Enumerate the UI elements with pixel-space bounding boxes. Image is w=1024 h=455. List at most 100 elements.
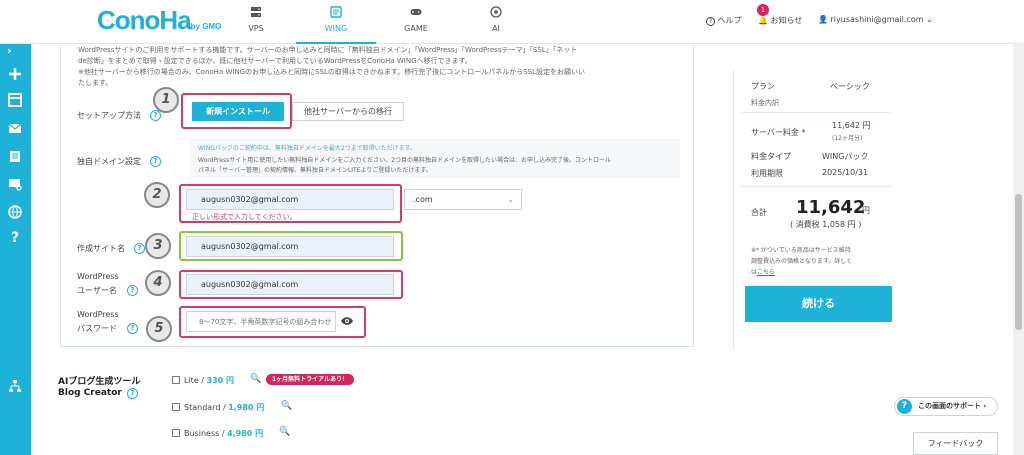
ai-tool-subtitle: Blog Creator (58, 388, 122, 398)
continue-button[interactable]: 続ける (745, 286, 892, 322)
migrate-button[interactable]: 他社サーバーからの移行 (292, 102, 404, 121)
help-circle-icon: ? (706, 17, 715, 26)
left-sidebar: › ? (0, 44, 31, 455)
intro-text-line3: ※他社サーバーから移行の場合のみ、ConoHa WINGのお申し込みと同時にSS… (78, 68, 585, 76)
question-icon[interactable]: ? (7, 230, 23, 246)
wp-password-help-icon[interactable]: ? (127, 323, 138, 334)
total-label: 合計 (751, 208, 767, 217)
standard-checkbox[interactable] (172, 403, 180, 411)
screen-support-button[interactable]: ? この画面のサポート › (894, 397, 998, 416)
tax-note: ( 消費税 1,058 円 ) (790, 220, 862, 229)
summary-rule (741, 186, 891, 187)
step-marker-4: 4 (145, 270, 171, 296)
plus-icon[interactable] (7, 66, 23, 82)
site-name-help-icon[interactable]: ? (134, 243, 145, 254)
tab-ai[interactable]: AI (456, 6, 536, 44)
server-fee-period: (12ヶ月分) (832, 135, 863, 142)
server-icon (251, 7, 261, 17)
question-icon: ? (897, 399, 912, 414)
scrollbar-thumb[interactable] (1015, 194, 1022, 330)
user-icon: 👤 (818, 15, 828, 24)
domain-setting-label: 独自ドメイン設定 (77, 157, 141, 166)
tab-game[interactable]: GAME (376, 6, 456, 44)
total-value: 11,642 (796, 197, 866, 218)
server-fee-label: サーバー料金 * (751, 128, 806, 137)
business-plan-label[interactable]: Business / 4,980 円 (184, 428, 263, 439)
footnote-1: ※* がついている商品はサービス維持 (751, 247, 851, 254)
new-install-button[interactable]: 新規インストール (192, 102, 284, 121)
details-link[interactable]: こちら (757, 269, 775, 276)
total-unit: 円 (862, 206, 870, 215)
domain-error-text: 正しい形式で入力してください。 (192, 213, 297, 221)
bell-icon: 🔔 (758, 16, 768, 25)
magnifier-icon[interactable]: 🔍 (281, 401, 292, 411)
monitor-search-icon[interactable] (7, 176, 23, 192)
domain-note-3: パネル「サーバー管理」の契約情報、無料独自ドメインLITEよりご登録いただけます… (198, 167, 432, 174)
fee-type-value: WINGパック (822, 152, 869, 161)
wing-icon (330, 6, 342, 18)
lite-plan-label[interactable]: Lite / 330 円 (184, 375, 234, 386)
chevron-down-icon: ⌄ (507, 195, 514, 204)
step-marker-1: 1 (153, 87, 179, 113)
expiry-value: 2025/10/31 (822, 168, 869, 177)
top-header: ConoHaby GMO VPS WING GAME AI ? ヘルプ 1 🔔 … (0, 0, 1024, 44)
user-menu[interactable]: 👤 riyusashini@gmail.com ⌄ (818, 15, 933, 24)
fee-type-label: 料金タイプ (751, 152, 791, 161)
domain-note-1: WINGパックのご契約中は、無料独自ドメインを最大2つまで取得いただけます。 (198, 145, 417, 152)
gamepad-icon (410, 9, 422, 15)
magnifier-icon[interactable]: 🔍 (279, 427, 290, 437)
domain-input[interactable]: augusn0302@gmal.com (186, 189, 394, 210)
site-name-label: 作成サイト名 (77, 244, 125, 253)
notifications-link[interactable]: 🔔 お知らせ (758, 15, 802, 26)
ai-icon (490, 6, 502, 18)
conoha-logo[interactable]: ConoHaby GMO (97, 5, 221, 36)
wp-username-help-icon[interactable]: ? (127, 285, 138, 296)
domain-note-2: WordPressサイト用に使用したい無料独自ドメインをご入力ください。2つ目の… (198, 157, 612, 164)
summary-rule (741, 112, 891, 113)
wp-password-label-2: パスワード (77, 324, 117, 333)
chevron-down-icon: ⌄ (926, 15, 933, 24)
sitemap-icon[interactable] (7, 378, 23, 394)
footnote-3: はこちら (751, 269, 776, 276)
magnifier-icon[interactable]: 🔍 (250, 374, 261, 384)
trial-badge: 1ヶ月無料トライアルあり！ (266, 374, 355, 385)
help-link[interactable]: ? ヘルプ (706, 15, 742, 26)
intro-text-line2: de診断」をまとめて取得・設定できるほか、既に他社サーバーで利用しているWord… (78, 57, 472, 65)
lite-checkbox[interactable] (172, 376, 180, 384)
setup-method-label: セットアップ方法 (77, 111, 141, 120)
plan-label: プラン (751, 82, 775, 91)
server-fee-value: 11,642 円 (832, 121, 871, 130)
tab-wing[interactable]: WING (296, 6, 376, 44)
business-checkbox[interactable] (172, 429, 180, 437)
wp-username-label-1: WordPress (77, 272, 119, 281)
expand-chevron-icon[interactable]: › (7, 44, 23, 60)
intro-text-line1: WordPressサイトのご利用をサポートする機能です。サーバーのお申し込みと同… (78, 46, 578, 54)
tld-select[interactable]: .com ⌄ (404, 189, 522, 210)
step-marker-2: 2 (144, 182, 170, 208)
eye-icon[interactable] (340, 316, 354, 326)
ai-tool-help-icon[interactable]: ? (127, 388, 138, 399)
fee-details-label: 料金内訳 (751, 99, 779, 107)
standard-plan-label[interactable]: Standard / 1,980 円 (184, 402, 264, 413)
intro-text-line4: たします。 (78, 79, 113, 87)
documents-icon[interactable] (7, 148, 23, 164)
mail-icon[interactable] (7, 120, 23, 136)
site-name-input[interactable]: augusn0302@gmal.com (186, 236, 394, 257)
wp-username-label-2: ユーザー名 (77, 286, 117, 295)
step-marker-5: 5 (146, 316, 172, 342)
step-marker-3: 3 (145, 233, 171, 259)
ai-tool-title: AIブログ生成ツール (58, 377, 141, 387)
wp-username-input[interactable]: augusn0302@gmal.com (186, 274, 394, 295)
wp-password-input[interactable] (186, 311, 336, 332)
expiry-label: 利用期限 (751, 169, 783, 178)
footnote-2: 調整費込みの価格となります。詳しく (751, 258, 853, 265)
wp-password-label-1: WordPress (77, 310, 119, 319)
summary-divider (733, 70, 734, 350)
feedback-button[interactable]: フィードバック (913, 432, 998, 455)
window-icon[interactable] (7, 92, 23, 108)
globe-icon[interactable] (7, 204, 23, 220)
plan-value: ベーシック (830, 82, 870, 91)
tab-vps[interactable]: VPS (216, 6, 296, 44)
domain-help-icon[interactable]: ? (150, 156, 161, 167)
vertical-scrollbar[interactable] (1013, 44, 1024, 455)
